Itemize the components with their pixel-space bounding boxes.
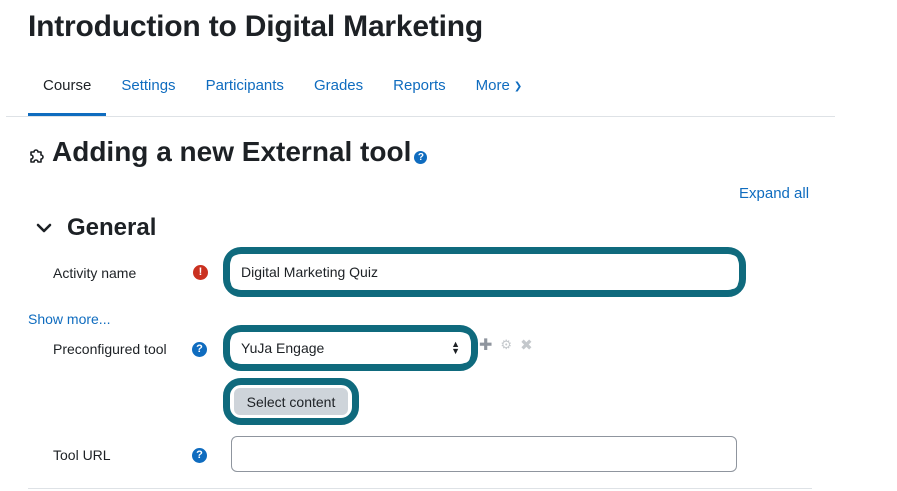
gear-icon[interactable]: ⚙ xyxy=(500,337,512,353)
preconfigured-tool-select[interactable]: YuJa Engage ▲ ▼ xyxy=(231,333,470,363)
page-heading: Adding a new External tool ? xyxy=(28,136,428,168)
tab-participants[interactable]: Participants xyxy=(191,66,299,116)
page-title: Adding a new External tool xyxy=(52,136,412,167)
chevron-down-icon: ❯ xyxy=(513,81,523,92)
section-general-toggle[interactable]: General xyxy=(36,214,156,242)
select-content-button[interactable]: Select content xyxy=(234,388,348,415)
tabs-divider xyxy=(6,116,835,117)
exclamation-icon: ! xyxy=(193,265,208,280)
tab-grades[interactable]: Grades xyxy=(299,66,378,116)
chevron-down-icon xyxy=(36,223,52,233)
activity-name-label: Activity name xyxy=(53,265,137,281)
tab-reports[interactable]: Reports xyxy=(378,66,461,116)
tool-url-label: Tool URL xyxy=(53,447,111,463)
tab-more[interactable]: More ❯ xyxy=(461,66,538,116)
tab-settings[interactable]: Settings xyxy=(106,66,190,116)
select-arrows-icon: ▲ ▼ xyxy=(451,339,460,356)
activity-name-input[interactable] xyxy=(231,255,738,289)
section-divider xyxy=(28,488,812,489)
close-icon[interactable]: ✖ xyxy=(520,336,533,354)
question-icon[interactable]: ? xyxy=(192,342,207,357)
course-title: Introduction to Digital Marketing xyxy=(28,10,484,43)
question-icon[interactable]: ? xyxy=(414,150,428,164)
tab-course[interactable]: Course xyxy=(28,66,107,116)
preconfigured-tool-value: YuJa Engage xyxy=(241,340,325,356)
tool-actions: ✚ ⚙ ✖ xyxy=(479,335,541,355)
course-nav-tabs: Course Settings Participants Grades Repo… xyxy=(28,66,537,116)
tab-more-label: More xyxy=(475,77,510,94)
tool-url-input[interactable] xyxy=(231,436,737,472)
question-icon[interactable]: ? xyxy=(192,448,207,463)
puzzle-icon xyxy=(30,149,44,163)
show-more-link[interactable]: Show more... xyxy=(28,311,110,327)
expand-all-link[interactable]: Expand all xyxy=(739,185,809,202)
section-title: General xyxy=(67,214,157,241)
preconfigured-tool-label: Preconfigured tool xyxy=(53,341,167,357)
plus-icon[interactable]: ✚ xyxy=(479,335,492,355)
